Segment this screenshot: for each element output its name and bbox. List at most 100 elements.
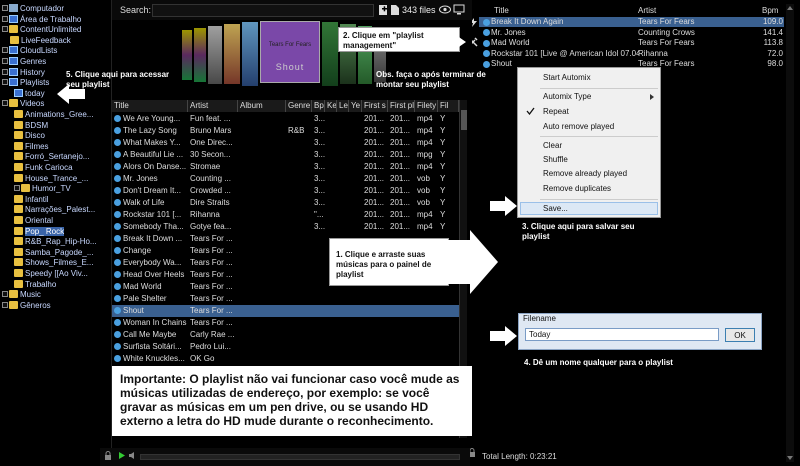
- album-cover[interactable]: [208, 26, 222, 84]
- column-header[interactable]: Artist: [188, 100, 238, 112]
- album-cover[interactable]: [194, 28, 206, 82]
- expander-icon[interactable]: [2, 100, 8, 107]
- album-cover[interactable]: [224, 24, 240, 84]
- table-row[interactable]: Woman In Chains Tears For ...: [112, 317, 459, 329]
- table-row[interactable]: Somebody Tha... Gotye fea... 3... 201... 201…: [112, 221, 459, 233]
- menu-automix-type[interactable]: Automix Type: [543, 92, 591, 101]
- tree-item[interactable]: Humor_TV: [14, 183, 71, 194]
- table-row[interactable]: What Makes Y... One Direc... 3... 201... 201…: [112, 137, 459, 149]
- table-row[interactable]: Alors On Danse... Stromae 3... 201... 201...…: [112, 161, 459, 173]
- column-header[interactable]: Le: [337, 100, 349, 112]
- playlist-row[interactable]: Rockstar 101 [Live @ American Idol 07.04…: [479, 49, 784, 59]
- album-cover-main[interactable]: Tears For Fears Shout: [260, 21, 320, 83]
- tree-item[interactable]: Forró_Sertanejo...: [14, 151, 89, 162]
- menu-auto-remove-played[interactable]: Auto remove played: [543, 122, 614, 131]
- playlist-scrollbar[interactable]: [786, 4, 794, 462]
- tree-item[interactable]: BDSM: [14, 120, 48, 131]
- menu-remove-already-played[interactable]: Remove already played: [543, 169, 627, 178]
- menu-shuffle[interactable]: Shuffle: [543, 155, 568, 164]
- expander-icon[interactable]: [14, 185, 20, 192]
- table-row[interactable]: Walk of Life Dire Straits 3... 201... 201...…: [112, 197, 459, 209]
- table-row[interactable]: Shout Tears For ...: [112, 305, 459, 317]
- tree-item[interactable]: Pop_ Rock: [14, 226, 65, 237]
- table-row[interactable]: A Beautiful Lie ... 30 Secon... 3... 201...…: [112, 149, 459, 161]
- tree-item[interactable]: Gêneros: [2, 300, 51, 311]
- column-header[interactable]: Fil: [438, 100, 459, 112]
- tree-item[interactable]: Music: [2, 289, 41, 300]
- scrollbar-thumb[interactable]: [461, 110, 467, 130]
- column-header[interactable]: Filety: [415, 100, 438, 112]
- tree-item[interactable]: Disco: [14, 130, 45, 141]
- tree-item[interactable]: Trabalho: [14, 279, 56, 290]
- play-icon[interactable]: [118, 451, 126, 460]
- album-cover[interactable]: [322, 22, 338, 86]
- search-input[interactable]: [152, 4, 374, 17]
- tree-item[interactable]: Videos: [2, 98, 44, 109]
- table-row[interactable]: Pale Shelter Tears For ...: [112, 293, 459, 305]
- playlist-row[interactable]: Mr. Jones Counting Crows 141.4: [479, 28, 784, 38]
- tree-item[interactable]: CloudLists: [2, 45, 57, 56]
- menu-remove-duplicates[interactable]: Remove duplicates: [543, 184, 611, 193]
- column-header[interactable]: Album: [238, 100, 286, 112]
- table-row[interactable]: Rockstar 101 [... Rihanna "... 201... 201...…: [112, 209, 459, 221]
- expander-icon[interactable]: [2, 5, 8, 11]
- file-icon[interactable]: [390, 4, 400, 16]
- tree-item[interactable]: Genres: [2, 56, 46, 67]
- playlist-column-bpm[interactable]: Bpm: [762, 6, 778, 15]
- table-row[interactable]: Call Me Maybe Carly Rae ...: [112, 329, 459, 341]
- column-header[interactable]: Genre: [286, 100, 312, 112]
- column-header[interactable]: First s: [362, 100, 388, 112]
- expander-icon[interactable]: [2, 291, 8, 298]
- table-row[interactable]: Mr. Jones Counting ... 3... 201... 201... vob…: [112, 173, 459, 185]
- tree-item[interactable]: today: [14, 88, 45, 99]
- column-header[interactable]: First pl: [388, 100, 415, 112]
- monitor-icon[interactable]: [453, 4, 465, 15]
- tree-item[interactable]: Computador: [2, 3, 64, 14]
- expander-icon[interactable]: [2, 15, 8, 22]
- table-row[interactable]: We Are Young... Fun feat. ... 3... 201... 20…: [112, 113, 459, 125]
- expander-icon[interactable]: [2, 26, 8, 33]
- volume-icon[interactable]: [128, 451, 137, 460]
- menu-start-automix[interactable]: Start Automix: [543, 73, 591, 82]
- eye-icon[interactable]: [439, 5, 451, 14]
- tree-item[interactable]: Infantil: [14, 194, 49, 205]
- column-header[interactable]: Ye: [349, 100, 362, 112]
- tree-item[interactable]: House_Trance_...: [14, 173, 88, 184]
- menu-repeat[interactable]: Repeat: [543, 107, 569, 116]
- tree-item[interactable]: Animations_Gree...: [14, 109, 93, 120]
- table-row[interactable]: White Knuckles... OK Go: [112, 353, 459, 365]
- album-cover[interactable]: [242, 22, 258, 86]
- expander-icon[interactable]: [2, 47, 8, 54]
- playlist-column-title[interactable]: Title: [494, 6, 509, 15]
- tree-item[interactable]: ContentUnlimited: [2, 24, 81, 35]
- tree-item[interactable]: Filmes: [14, 141, 49, 152]
- playlist-column-artist[interactable]: Artist: [638, 6, 656, 15]
- tree-item[interactable]: R&B_Rap_Hip-Ho...: [14, 236, 97, 247]
- column-header[interactable]: Title: [112, 100, 188, 112]
- add-file-icon[interactable]: [378, 4, 389, 16]
- table-row[interactable]: The Lazy Song Bruno Mars R&B 3... 201... 201.…: [112, 125, 459, 137]
- tree-item[interactable]: Oriental: [14, 215, 53, 226]
- playlist-row[interactable]: Mad World Tears For Fears 113.8: [479, 38, 784, 48]
- tree-item[interactable]: Shows_Filmes_E...: [14, 257, 93, 268]
- column-header[interactable]: Bp: [312, 100, 325, 112]
- tree-item[interactable]: Playlists: [2, 77, 49, 88]
- table-row[interactable]: Don't Dream It... Crowded ... 3... 201... 20…: [112, 185, 459, 197]
- tree-item[interactable]: Speedy [[Ao Viv...: [14, 268, 88, 279]
- tree-item[interactable]: LiveFeedback: [10, 35, 71, 46]
- column-header[interactable]: Ke: [325, 100, 337, 112]
- tree-item[interactable]: History: [2, 67, 45, 78]
- tree-item[interactable]: Funk Carioca: [14, 162, 73, 173]
- expander-icon[interactable]: [2, 68, 8, 75]
- table-row[interactable]: Surfista Soltári... Pedro Lui...: [112, 341, 459, 353]
- tree-item[interactable]: Área de Trabalho: [2, 14, 81, 25]
- lock-icon[interactable]: [104, 451, 112, 461]
- menu-clear[interactable]: Clear: [543, 141, 562, 150]
- seek-bar[interactable]: [140, 454, 460, 460]
- tree-item[interactable]: Samba_Pagode_...: [14, 247, 94, 258]
- expander-icon[interactable]: [2, 58, 8, 64]
- filename-input[interactable]: [525, 328, 719, 341]
- menu-save[interactable]: Save...: [543, 204, 568, 213]
- expander-icon[interactable]: [2, 79, 8, 86]
- ok-button[interactable]: OK: [725, 328, 755, 342]
